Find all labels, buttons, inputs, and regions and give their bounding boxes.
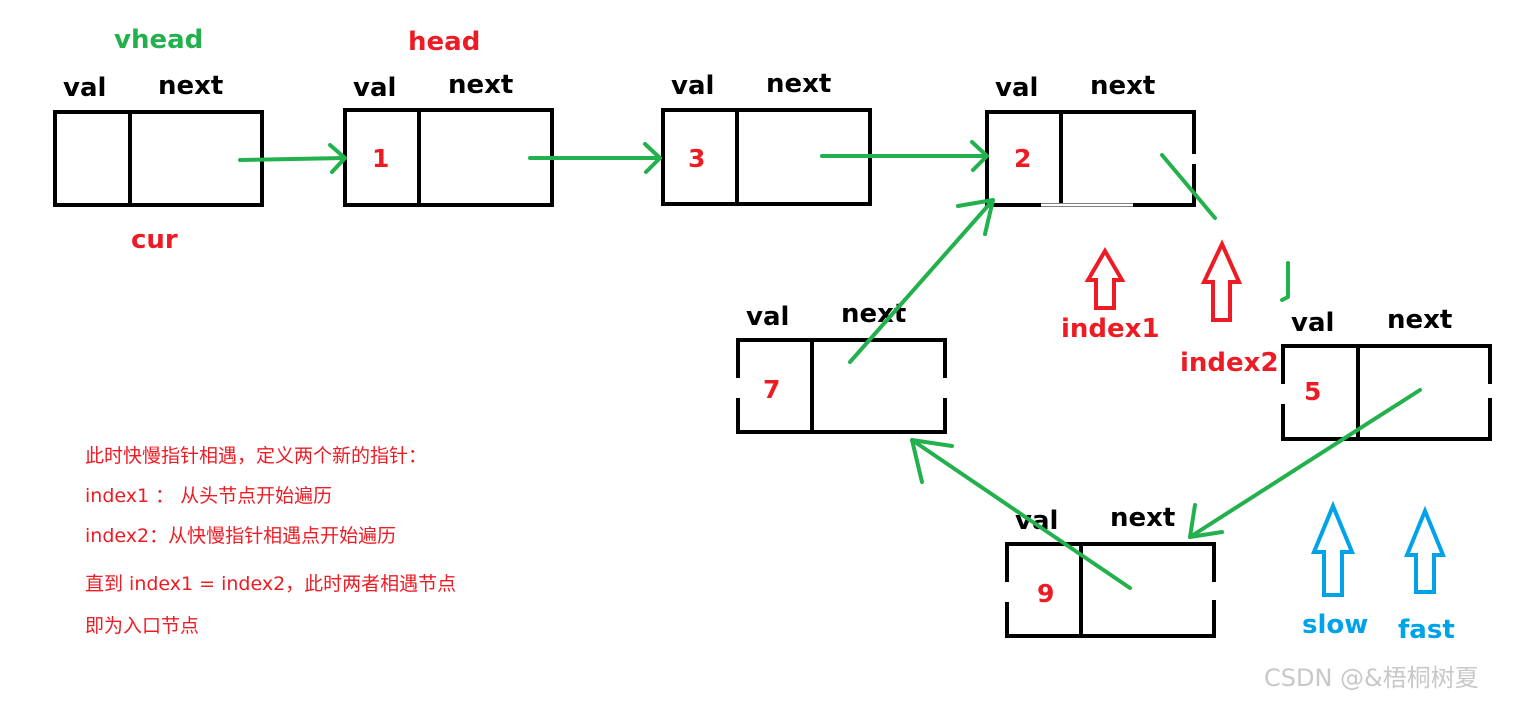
next-label: next bbox=[841, 299, 906, 329]
node-value: 9 bbox=[1037, 579, 1054, 608]
node-9: val next 9 bbox=[1004, 503, 1217, 638]
node-value: 2 bbox=[1014, 144, 1031, 173]
val-label: val bbox=[995, 73, 1038, 103]
next-label: next bbox=[766, 69, 831, 99]
val-label: val bbox=[1291, 308, 1334, 338]
val-label: val bbox=[1015, 506, 1058, 536]
val-label: val bbox=[63, 73, 106, 103]
next-label: next bbox=[1387, 305, 1452, 335]
arrow-7-to-2 bbox=[848, 198, 995, 364]
index2-arrow-icon bbox=[1200, 239, 1243, 322]
index1-label: index1 bbox=[1061, 314, 1160, 344]
explanation-notes: 此时快慢指针相遇，定义两个新的指针： index1 ： 从头节点开始遍历 ind… bbox=[85, 445, 456, 637]
val-label: val bbox=[671, 71, 714, 101]
val-label: val bbox=[746, 302, 789, 332]
fast-label: fast bbox=[1398, 615, 1455, 645]
arrow-9-to-7 bbox=[910, 438, 1132, 590]
note-line: index2：从快慢指针相遇点开始遍历 bbox=[85, 525, 396, 547]
val-label: val bbox=[353, 73, 396, 103]
arrow-vhead-to-1 bbox=[238, 143, 347, 174]
next-label: next bbox=[1110, 503, 1175, 533]
linked-list-cycle-diagram: val next vhead cur val next 1 head val n… bbox=[53, 25, 1493, 692]
node-value: 7 bbox=[763, 375, 780, 404]
node-7: val next 7 bbox=[735, 299, 948, 434]
vhead-label: vhead bbox=[114, 25, 203, 55]
node-value: 3 bbox=[688, 144, 705, 173]
note-line: 此时快慢指针相遇，定义两个新的指针： bbox=[85, 445, 427, 467]
slow-label: slow bbox=[1302, 610, 1368, 640]
arrow-3-to-2 bbox=[820, 140, 989, 172]
node-2: val next 2 bbox=[985, 71, 1197, 207]
watermark: CSDN @&梧桐树夏 bbox=[1264, 664, 1479, 692]
index2-label: index2 bbox=[1180, 348, 1279, 378]
next-label: next bbox=[448, 70, 513, 100]
head-label: head bbox=[408, 27, 480, 57]
node-value: 1 bbox=[372, 144, 389, 173]
fast-arrow-icon bbox=[1404, 505, 1446, 594]
cur-label: cur bbox=[131, 225, 178, 255]
node-vhead: val next bbox=[53, 71, 264, 207]
note-line: 直到 index1 = index2，此时两者相遇节点 bbox=[85, 573, 456, 595]
node-5: val next 5 bbox=[1280, 305, 1493, 441]
index1-arrow-icon bbox=[1084, 247, 1126, 310]
next-label: next bbox=[158, 71, 223, 101]
next-label: next bbox=[1090, 71, 1155, 101]
node-1: val next 1 bbox=[343, 70, 554, 207]
note-line: 即为入口节点 bbox=[85, 615, 199, 637]
node-box bbox=[53, 110, 264, 207]
slow-arrow-icon bbox=[1311, 500, 1355, 597]
arrow-1-to-3 bbox=[528, 142, 662, 174]
arrow-5-to-9 bbox=[1188, 388, 1422, 539]
note-line: index1 ： 从头节点开始遍历 bbox=[85, 485, 332, 507]
node-value: 5 bbox=[1304, 377, 1321, 406]
node-3: val next 3 bbox=[661, 69, 872, 206]
